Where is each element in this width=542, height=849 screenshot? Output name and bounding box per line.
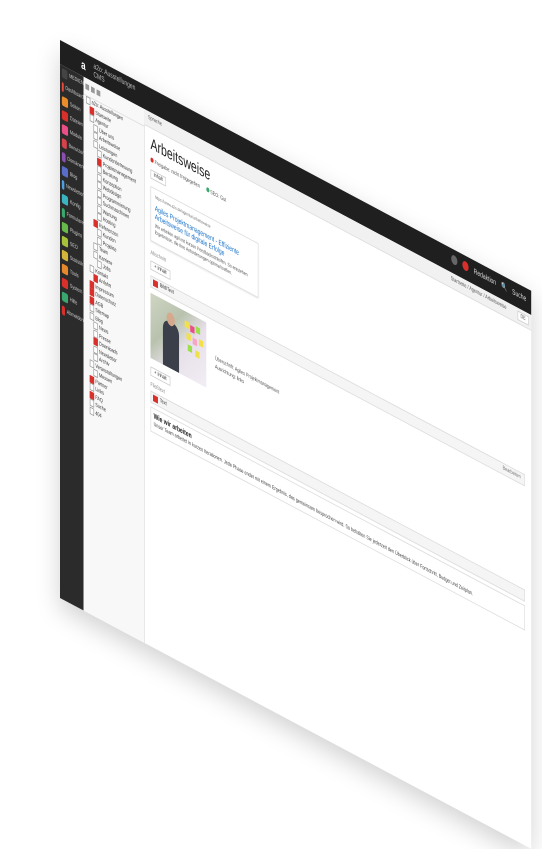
content-area: Arbeitsweise Freigabe: nicht freigegeben… <box>144 124 531 849</box>
tree-filter-icon[interactable] <box>91 86 95 94</box>
nav-item-icon <box>61 248 69 262</box>
slice-label: Bild/Text <box>159 282 174 296</box>
slice-delete-icon-2[interactable] <box>153 394 158 404</box>
nav-item-icon <box>61 276 69 290</box>
nav-item-icon <box>61 137 67 150</box>
slice-label-2: Text <box>159 398 167 408</box>
content-badge[interactable]: Inhalt <box>150 169 166 187</box>
tree-rows: a2o: Ausstellungen Startseite Agentur Über … <box>84 94 145 443</box>
page-icon <box>89 113 95 124</box>
page-icon <box>86 95 91 106</box>
page-icon <box>89 405 95 416</box>
nav-item-icon <box>61 123 69 136</box>
page-icon <box>93 249 98 260</box>
page-icon <box>89 358 95 369</box>
nav-item-icon <box>61 109 69 122</box>
nav-item-label: SEO <box>69 241 78 251</box>
nav-item-icon <box>61 193 69 206</box>
image-meta: Überschrift: Agiles Projektmanagement Au… <box>215 355 279 406</box>
page-icon <box>93 139 98 149</box>
nav-item-label: Konfig <box>69 199 81 211</box>
slice-delete-icon[interactable] <box>153 279 158 289</box>
tree-add-icon[interactable] <box>85 83 90 91</box>
tree-row-label: 404 <box>95 410 102 420</box>
nav-item-icon <box>61 81 64 92</box>
user-name[interactable]: Redaktion <box>474 266 496 286</box>
nav-item-icon <box>61 262 69 276</box>
nav-item-icon <box>61 304 65 316</box>
page-icon <box>89 263 95 274</box>
main-nav: MEDIEN Dashboard Seiten Dateien Module Benutz… <box>60 64 84 611</box>
cms-window: a a2o: Ausstellungen CMS Redaktion 🔍 Suc… <box>60 40 532 849</box>
nav-item-icon <box>61 179 65 190</box>
nav-item-icon <box>61 95 69 108</box>
notification-icon[interactable] <box>451 253 458 267</box>
nav-item-icon <box>61 220 69 234</box>
nav-item-label: Seiten <box>69 101 81 113</box>
nav-item-icon <box>61 67 68 80</box>
app-logo[interactable]: a <box>81 57 85 73</box>
search-label[interactable]: Suche <box>512 287 526 303</box>
page-icon <box>93 218 98 228</box>
nav-item-label: Tools <box>69 268 79 280</box>
nav-item-label: Hilfe <box>69 296 78 307</box>
nav-item-label: Blog <box>69 171 78 181</box>
search-icon[interactable]: 🔍 <box>501 281 507 293</box>
slice-edit-button[interactable]: Bearbeiten <box>503 465 521 480</box>
nav-item-icon <box>61 151 66 163</box>
nav-item-icon <box>61 290 69 304</box>
nav-item-icon <box>61 234 69 248</box>
page-icon <box>89 311 95 321</box>
page-tree: a2o: Ausstellungen Startseite Agentur Über … <box>83 76 145 644</box>
nav-item-icon <box>61 165 69 178</box>
user-avatar[interactable] <box>462 259 469 273</box>
language-label: Sprache <box>148 114 162 128</box>
isometric-stage: a a2o: Ausstellungen CMS Redaktion 🔍 Suc… <box>0 0 542 849</box>
nav-item-icon <box>61 206 65 218</box>
tree-refresh-icon[interactable] <box>96 89 101 97</box>
